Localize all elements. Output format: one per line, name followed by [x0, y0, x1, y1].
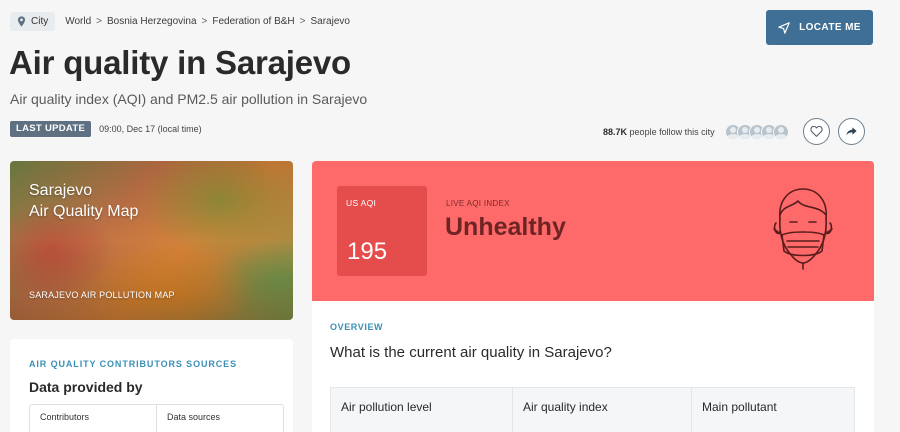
- breadcrumb-separator: >: [201, 16, 208, 27]
- share-arrow-icon: [845, 127, 857, 136]
- map-card-title: Sarajevo Air Quality Map: [29, 180, 229, 222]
- aqi-box-label: US AQI: [346, 198, 377, 208]
- sources-subheading: Data provided by: [29, 379, 143, 395]
- heart-icon: [809, 125, 823, 138]
- page-title: Air quality in Sarajevo: [9, 44, 352, 81]
- aqi-status: Unhealthy: [445, 213, 566, 241]
- locate-me-button[interactable]: LOCATE ME: [766, 10, 873, 45]
- breadcrumb-city[interactable]: Sarajevo: [310, 16, 349, 27]
- breadcrumb-separator: >: [299, 16, 306, 27]
- overview-label: OVERVIEW: [330, 322, 384, 332]
- locate-me-label: LOCATE ME: [799, 22, 861, 33]
- breadcrumb: City World > Bosnia Herzegovina > Federa…: [10, 12, 350, 31]
- last-update-time: 09:00, Dec 17 (local time): [99, 124, 202, 134]
- breadcrumb-country[interactable]: Bosnia Herzegovina: [107, 16, 197, 27]
- header-pollution-level: Air pollution level: [341, 400, 432, 414]
- map-title-line2: Air Quality Map: [29, 203, 139, 220]
- pollution-table-header: Air pollution level Air quality index Ma…: [330, 387, 855, 432]
- contributors-column: Contributors: [40, 412, 90, 422]
- live-aqi-label: LIVE AQI INDEX: [446, 199, 510, 208]
- aqi-value-box: US AQI 195: [337, 186, 427, 276]
- contributors-sources-card: AIR QUALITY CONTRIBUTORS SOURCES Data pr…: [10, 339, 293, 432]
- breadcrumb-separator: >: [96, 16, 103, 27]
- follow-button[interactable]: [802, 118, 830, 145]
- share-button[interactable]: [837, 118, 865, 145]
- live-aqi-panel: US AQI 195 LIVE AQI INDEX Unhealthy: [312, 161, 874, 301]
- overview-section: OVERVIEW What is the current air quality…: [312, 301, 874, 432]
- map-title-line1: Sarajevo: [29, 182, 93, 199]
- sources-heading: AIR QUALITY CONTRIBUTORS SOURCES: [29, 359, 237, 369]
- overview-question: What is the current air quality in Saraj…: [330, 344, 612, 361]
- avatar: [772, 123, 789, 140]
- aqi-value: 195: [347, 238, 388, 265]
- header-aqi: Air quality index: [512, 388, 691, 432]
- breadcrumb-region[interactable]: Federation of B&H: [212, 16, 294, 27]
- face-mask-icon: [773, 188, 833, 270]
- map-card-link[interactable]: SARAJEVO AIR POLLUTION MAP: [29, 290, 175, 300]
- breadcrumb-world[interactable]: World: [65, 16, 91, 27]
- followers-count: 88.7K: [603, 126, 628, 137]
- location-pin-icon: [17, 16, 26, 27]
- header-main-pollutant: Main pollutant: [691, 388, 854, 432]
- sources-table: Contributors Data sources: [29, 404, 284, 432]
- last-update: LAST UPDATE 09:00, Dec 17 (local time): [10, 121, 202, 137]
- data-sources-column: Data sources: [156, 405, 283, 432]
- follower-avatars: [724, 123, 789, 140]
- followers-bar: 88.7K people follow this city: [603, 118, 873, 145]
- city-chip-label: City: [31, 16, 49, 27]
- followers-text: 88.7K people follow this city: [603, 127, 715, 137]
- air-quality-map-card[interactable]: Sarajevo Air Quality Map SARAJEVO AIR PO…: [10, 161, 293, 320]
- page-subtitle: Air quality index (AQI) and PM2.5 air po…: [10, 91, 368, 107]
- last-update-badge: LAST UPDATE: [10, 121, 92, 137]
- navigation-arrow-icon: [778, 21, 790, 34]
- followers-label: people follow this city: [629, 126, 715, 137]
- city-chip[interactable]: City: [10, 12, 56, 31]
